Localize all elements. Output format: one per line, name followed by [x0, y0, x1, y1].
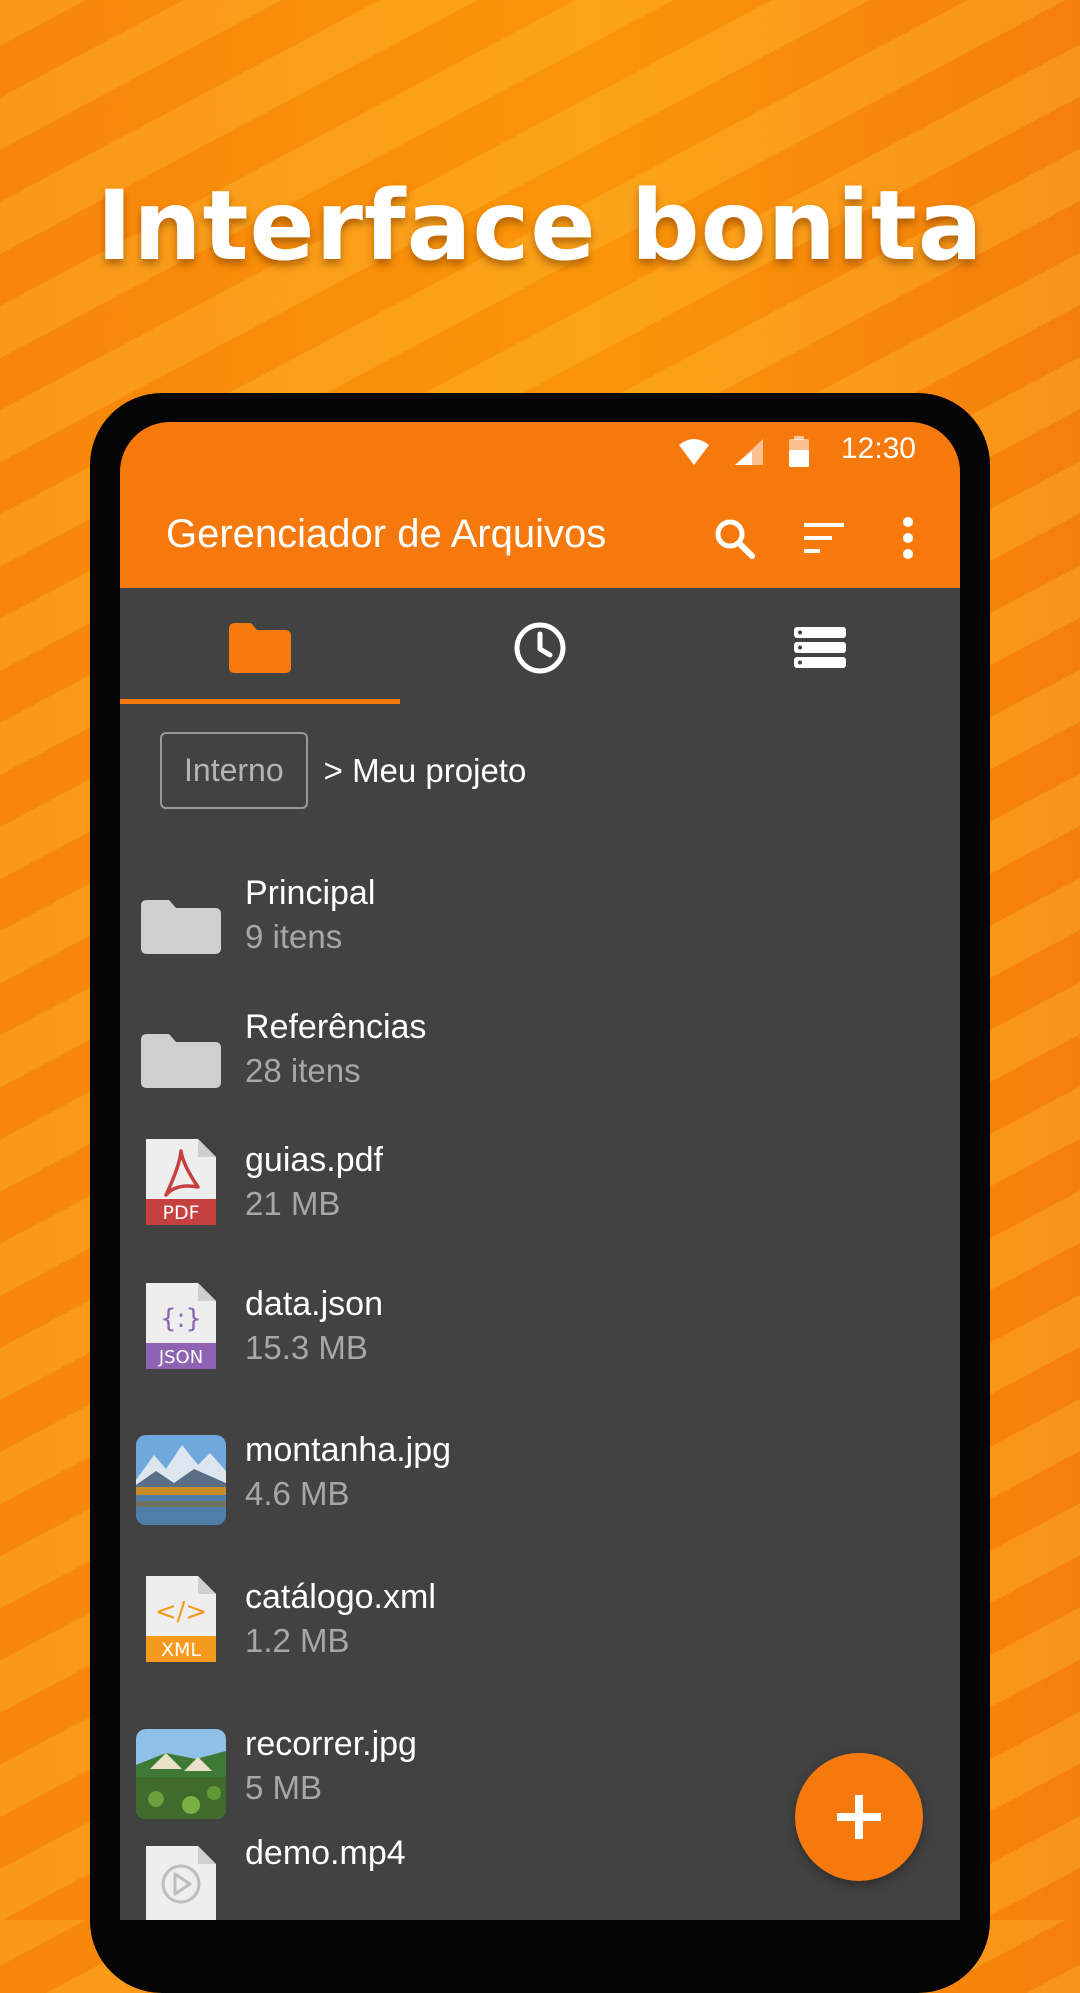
xml-badge-text: XML: [161, 1639, 201, 1661]
wifi-icon: [679, 439, 709, 465]
page-title: Gerenciador de Arquivos: [166, 512, 607, 556]
phone-screen: 12:30 Gerenciador de Arquivos Interno > …: [120, 422, 960, 1920]
file-meta: 9 itens: [245, 918, 343, 955]
file-name: recorrer.jpg: [245, 1725, 417, 1763]
image-thumbnail-icon: [136, 1729, 226, 1819]
search-button[interactable]: [702, 506, 766, 570]
tab-recent[interactable]: [400, 588, 680, 708]
xml-glyph: </>: [155, 1597, 207, 1627]
clock-icon: [514, 622, 566, 674]
app-bar: 12:30 Gerenciador de Arquivos: [120, 422, 960, 588]
file-meta: 1.2 MB: [245, 1622, 350, 1659]
file-meta: 15.3 MB: [245, 1329, 368, 1366]
storage-icon: [794, 627, 846, 668]
tab-bar: [120, 588, 960, 708]
file-meta: 5 MB: [245, 1769, 323, 1806]
plus-icon: [837, 1795, 881, 1839]
signal-icon: [735, 439, 763, 465]
more-options-button[interactable]: [876, 506, 940, 570]
video-file-icon: [146, 1846, 216, 1920]
battery-icon: [789, 436, 809, 467]
list-item[interactable]: Principal 9 itens: [120, 864, 960, 976]
xml-file-icon: </> XML: [146, 1576, 216, 1662]
tab-indicator: [120, 699, 400, 704]
tab-storage[interactable]: [680, 588, 960, 708]
file-name: demo.mp4: [245, 1834, 406, 1872]
headline: Interface bonita: [96, 170, 984, 282]
add-fab-button[interactable]: [795, 1753, 923, 1881]
file-name: guias.pdf: [245, 1141, 383, 1179]
tab-files[interactable]: [120, 588, 400, 708]
list-item[interactable]: montanha.jpg 4.6 MB: [120, 1421, 960, 1533]
file-meta: 4.6 MB: [245, 1475, 350, 1512]
pdf-file-icon: PDF: [146, 1139, 216, 1225]
breadcrumb: Interno > Meu projeto: [160, 732, 526, 809]
list-item[interactable]: </> XML catálogo.xml 1.2 MB: [120, 1568, 960, 1680]
breadcrumb-root[interactable]: Interno: [160, 732, 308, 809]
status-time: 12:30: [840, 432, 916, 465]
pdf-badge-text: PDF: [162, 1202, 199, 1224]
file-meta: 21 MB: [245, 1185, 341, 1222]
file-name: Principal: [245, 874, 376, 912]
search-icon: [715, 519, 755, 559]
list-item[interactable]: Referências 28 itens: [120, 998, 960, 1110]
image-thumbnail-icon: [136, 1435, 226, 1525]
folder-icon: [141, 1034, 221, 1088]
file-name: Referências: [245, 1008, 427, 1046]
json-glyph: {:}: [160, 1304, 202, 1334]
file-name: catálogo.xml: [245, 1578, 436, 1616]
folder-icon: [229, 623, 291, 673]
breadcrumb-path[interactable]: > Meu projeto: [324, 752, 527, 790]
sort-icon: [804, 523, 844, 553]
file-name: data.json: [245, 1285, 383, 1323]
sort-button[interactable]: [792, 506, 856, 570]
json-badge-text: JSON: [158, 1347, 203, 1368]
folder-icon: [141, 900, 221, 954]
file-meta: 28 itens: [245, 1052, 361, 1089]
list-item[interactable]: PDF guias.pdf 21 MB: [120, 1131, 960, 1243]
list-item[interactable]: {:} JSON data.json 15.3 MB: [120, 1275, 960, 1387]
status-icons: [678, 432, 810, 472]
json-file-icon: {:} JSON: [146, 1283, 216, 1369]
more-vert-icon: [903, 517, 913, 559]
file-name: montanha.jpg: [245, 1431, 452, 1469]
